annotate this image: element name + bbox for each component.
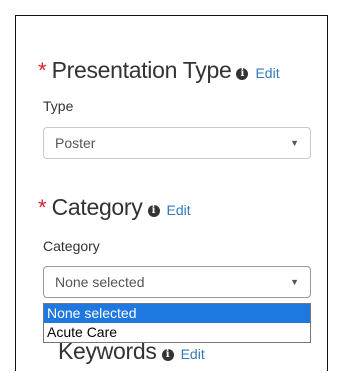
keywords-edit-link[interactable]: Edit: [181, 346, 205, 362]
presentation-type-edit-link[interactable]: Edit: [255, 65, 279, 81]
form-panel: * Presentation Type i Edit Type Poster ▼…: [15, 15, 328, 371]
type-select[interactable]: Poster ▼: [43, 127, 311, 159]
category-title: Category: [51, 194, 143, 220]
info-icon[interactable]: i: [236, 68, 249, 80]
caret-down-icon: ▼: [290, 277, 299, 287]
category-edit-link[interactable]: Edit: [167, 202, 191, 218]
caret-down-icon: ▼: [290, 138, 299, 148]
category-field-label: Category: [43, 238, 100, 254]
required-asterisk: *: [38, 58, 47, 83]
presentation-type-heading: * Presentation Type i Edit: [38, 57, 280, 84]
dropdown-option-acute-care[interactable]: Acute Care: [44, 323, 310, 342]
info-icon[interactable]: i: [161, 349, 174, 361]
category-dropdown-list: None selected Acute Care: [43, 303, 311, 343]
required-asterisk: *: [38, 195, 47, 220]
dropdown-option-none-selected[interactable]: None selected: [44, 304, 310, 323]
category-select[interactable]: None selected ▼: [43, 266, 311, 298]
type-field-label: Type: [43, 98, 74, 114]
presentation-type-title: Presentation Type: [51, 57, 232, 83]
type-select-value: Poster: [55, 135, 96, 151]
category-heading: * Category i Edit: [38, 194, 191, 221]
info-icon[interactable]: i: [147, 205, 160, 217]
category-select-value: None selected: [55, 274, 145, 290]
